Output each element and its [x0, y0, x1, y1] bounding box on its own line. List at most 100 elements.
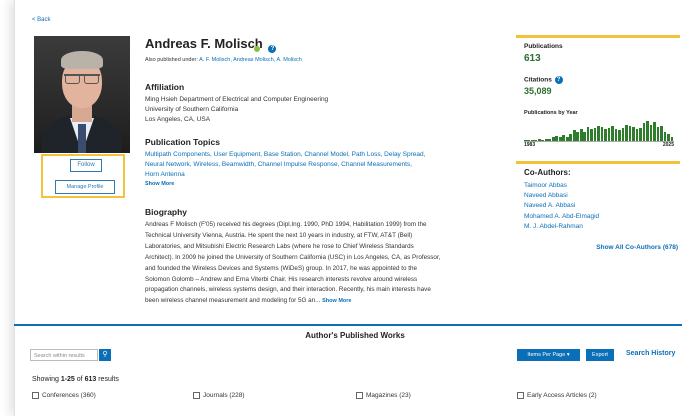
follow-button[interactable]: Follow — [70, 159, 102, 172]
coauthor-link[interactable]: Naveed Abbasi — [524, 191, 599, 201]
year-bar — [663, 131, 667, 141]
topics-line[interactable]: Neural Network, Wireless, Beamwidth, Cha… — [145, 160, 412, 170]
year-bar — [604, 129, 607, 141]
search-within-input[interactable]: Search within results — [30, 349, 98, 361]
bio-line: Andreas F Molisch (F'05) received his de… — [145, 221, 427, 228]
coauthor-link[interactable]: Taimoor Abbas — [524, 181, 599, 191]
bio-line: and founded the Wireless Devices and Sys… — [145, 264, 417, 272]
year-start: 1983 — [524, 142, 536, 148]
bio-line: propagation channels, wireless systems d… — [145, 286, 431, 294]
back-link[interactable]: < Back — [32, 17, 51, 23]
help-icon[interactable]: ? — [268, 44, 277, 53]
checkbox[interactable] — [193, 392, 200, 399]
filter-magazines[interactable]: Magazines (23) — [356, 392, 411, 399]
year-bar — [628, 125, 632, 141]
year-bar — [653, 122, 656, 141]
year-bar — [639, 128, 642, 141]
help-icon[interactable]: ? — [554, 76, 563, 84]
bio-show-more[interactable]: Show More — [322, 298, 351, 304]
coauthor-list: Taimoor Abbas Naveed Abbasi Naveed A. Ab… — [524, 181, 599, 232]
topics-show-more[interactable]: Show More — [145, 181, 174, 187]
year-bar — [558, 137, 562, 141]
checkbox[interactable] — [517, 392, 524, 399]
alias-list[interactable]: A. F. Molisch, Andreas Molisch, A. Molis… — [199, 57, 302, 63]
showing-suffix: results — [98, 376, 119, 383]
manage-profile-button[interactable]: Manage Profile — [55, 180, 115, 194]
year-bar — [649, 124, 653, 141]
publications-by-year-chart — [524, 120, 674, 142]
year-bar — [632, 126, 635, 141]
year-bar — [565, 137, 569, 141]
year-bar — [562, 135, 566, 141]
year-bar — [576, 131, 579, 141]
year-end: 2025 — [662, 142, 674, 148]
author-name: Andreas F. Molisch — [145, 36, 263, 51]
citations-label: Citations ? — [524, 76, 563, 84]
follow-actions: Follow Manage Profile — [41, 154, 125, 198]
year-bar — [621, 128, 625, 141]
export-button[interactable]: Export — [586, 349, 614, 361]
year-bar — [541, 139, 545, 141]
showing-total: 613 — [84, 376, 97, 383]
coauthor-link[interactable]: M. J. Abdel-Rahman — [524, 222, 599, 232]
show-all-coauthors-link[interactable]: Show All Co-Authors (678) — [596, 244, 678, 251]
year-bar — [642, 123, 646, 141]
author-photo — [34, 36, 130, 153]
orcid-icon[interactable] — [254, 45, 260, 52]
affiliation-line: Ming Hsieh Department of Electrical and … — [145, 96, 329, 103]
filter-label: Early Access Articles (2) — [527, 392, 597, 400]
also-published-label: Also published under: — [145, 57, 198, 63]
year-bar — [597, 125, 600, 141]
bio-line: Architect). In 2009 he joined the Univer… — [145, 253, 441, 261]
checkbox[interactable] — [356, 392, 363, 399]
topics-line[interactable]: Horn Antenna — [145, 170, 185, 180]
filter-label: Journals (228) — [203, 392, 245, 400]
year-bar — [551, 137, 555, 141]
bio-line: Solomon Golomb – Andrew and Erna Viterbi… — [145, 275, 418, 283]
biography-text: Andreas F Molisch (F'05) received his de… — [145, 220, 495, 307]
year-bar — [530, 139, 534, 141]
search-icon: ⚲ — [102, 351, 108, 358]
search-history-link[interactable]: Search History — [626, 350, 675, 357]
also-published: Also published under: A. F. Molisch, And… — [145, 57, 302, 63]
year-bar — [544, 138, 548, 141]
bio-line: Laboratories, and Mitsubishi Electric Re… — [145, 242, 414, 250]
filter-label: Magazines (23) — [366, 392, 411, 400]
topics-heading: Publication Topics — [145, 137, 220, 147]
items-per-page-dropdown[interactable]: Items Per Page ▾ — [517, 349, 580, 361]
affiliation-line: University of Southern California — [145, 106, 239, 113]
showing-range: 1-25 — [60, 376, 75, 383]
publications-count: 613 — [524, 53, 541, 64]
year-bar — [590, 129, 593, 141]
year-bar — [534, 139, 538, 141]
year-bar — [524, 139, 527, 141]
coauthor-link[interactable]: Naveed A. Abbasi — [524, 201, 599, 211]
year-bar — [660, 125, 663, 141]
results-count: Showing 1-25 of 613 results — [32, 376, 119, 383]
topics-line[interactable]: Multipath Components, User Equipment, Ba… — [145, 150, 425, 160]
coauthor-link[interactable]: Mohamed A. Abd-Elmagid — [524, 212, 599, 222]
year-bar — [625, 124, 628, 141]
metrics-panel: Publications 613 Citations ? 35,089 Publ… — [516, 35, 680, 151]
search-button[interactable]: ⚲ — [99, 349, 111, 361]
citations-count: 35,089 — [524, 86, 552, 96]
filter-conferences[interactable]: Conferences (360) — [32, 392, 96, 399]
year-bar — [611, 125, 614, 141]
showing-prefix: Showing — [32, 376, 59, 383]
year-bar — [667, 133, 670, 141]
year-bar — [555, 136, 559, 141]
year-bar — [572, 130, 576, 141]
bio-line: been wireless channel measurement and mo… — [145, 296, 495, 307]
year-bar — [670, 137, 674, 141]
publications-label: Publications — [524, 43, 563, 50]
year-bar — [583, 131, 586, 141]
section-divider — [14, 324, 682, 326]
checkbox[interactable] — [32, 392, 39, 399]
bio-line-last: been wireless channel measurement and mo… — [145, 297, 321, 305]
year-bar — [656, 126, 660, 141]
year-bar — [569, 133, 573, 141]
filter-early-access[interactable]: Early Access Articles (2) — [517, 392, 597, 399]
year-bar — [537, 138, 541, 141]
filter-journals[interactable]: Journals (228) — [193, 392, 245, 399]
year-bar — [614, 129, 618, 141]
